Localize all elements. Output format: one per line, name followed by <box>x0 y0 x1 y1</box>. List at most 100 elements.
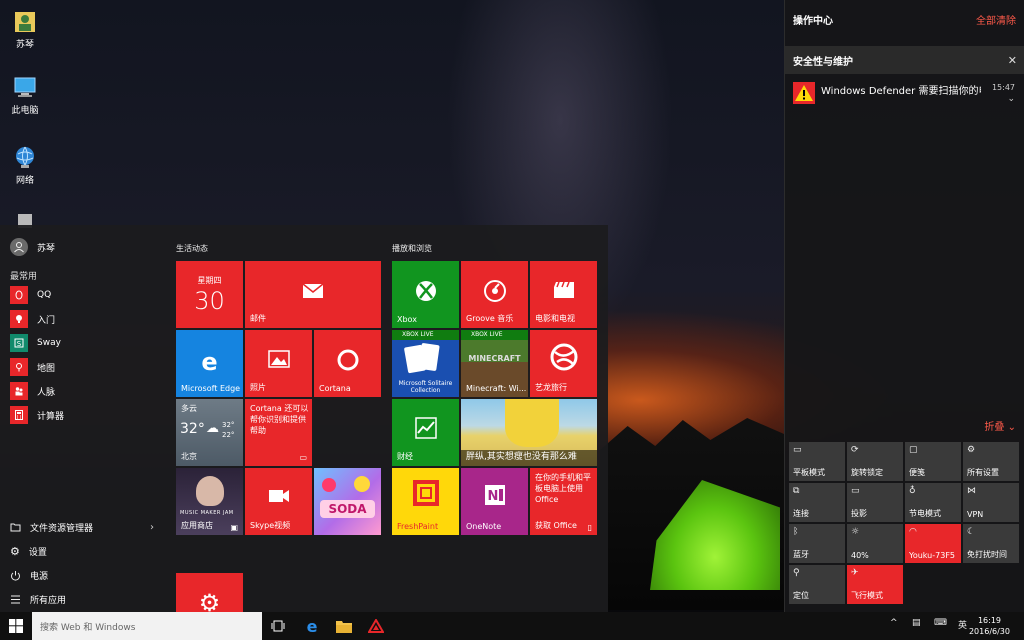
app-item-get-started[interactable]: 入门 <box>10 307 158 331</box>
quick-action-quiet-hours[interactable]: ☾ 免打扰时间 <box>963 524 1019 563</box>
groove-music-icon <box>483 280 506 302</box>
desktop-icon-label: 此电脑 <box>11 106 39 116</box>
network-globe-icon <box>16 146 34 168</box>
ime-indicator[interactable]: 英 <box>958 618 967 631</box>
desktop-icon-user-folder[interactable]: 苏琴 <box>2 8 48 50</box>
tile-weather[interactable]: 多云 32° ☁ 32° 22° 北京 <box>176 399 243 466</box>
tile-groove[interactable]: Groove 音乐 <box>461 261 528 328</box>
tile-cortana-tip[interactable]: Cortana 还可以帮你识别和提供帮助 ▭ <box>245 399 312 466</box>
quick-action-note[interactable]: ▢ 便笺 <box>905 442 961 481</box>
quick-action-bluetooth[interactable]: ᛒ 蓝牙 <box>789 524 845 563</box>
power-button[interactable]: 电源 <box>10 563 158 587</box>
power-icon <box>11 570 20 581</box>
tile-label: Groove 音乐 <box>466 314 514 323</box>
action-center-title: 操作中心 <box>793 16 833 27</box>
candy-badge: SODA <box>320 500 375 518</box>
start-button[interactable] <box>0 612 32 640</box>
notification-item[interactable]: Windows Defender 需要扫描你的电脑 15:47 ⌄ <box>785 74 1024 114</box>
cloud-icon: ☁ <box>206 421 219 436</box>
quick-action-project[interactable]: ▭ 投影 <box>847 483 903 522</box>
tile-cortana[interactable]: Cortana <box>314 330 381 397</box>
keyboard-icon[interactable]: ⌨ <box>934 618 947 628</box>
close-icon[interactable]: ✕ <box>1008 54 1017 67</box>
settings-button[interactable]: ⚙ 设置 <box>10 539 158 563</box>
tile-movies[interactable]: 电影和电视 <box>530 261 597 328</box>
chevron-right-icon[interactable]: › <box>150 522 154 533</box>
quick-action-brightness[interactable]: ☼ 40% <box>847 524 903 563</box>
tile-minecraft[interactable]: XBOX LIVE MINECRAFT Minecraft: Wi... <box>461 330 528 397</box>
tile-solitaire[interactable]: XBOX LIVE Microsoft Solitaire Collection <box>392 330 459 397</box>
tile-photos[interactable]: 照片 <box>245 330 312 397</box>
app-item-maps[interactable]: 地图 <box>10 355 158 379</box>
desktop-icon-label: 苏琴 <box>15 40 34 50</box>
desktop-icon-network[interactable]: 网络 <box>2 144 48 186</box>
xbox-icon <box>415 281 436 301</box>
app-item-qq[interactable]: QQ <box>10 283 158 307</box>
quick-action-tablet-mode[interactable]: ▭ 平板模式 <box>789 442 845 481</box>
quick-action-location[interactable]: ⚲ 定位 <box>789 565 845 604</box>
tile-store[interactable]: MUSIC MAKER JAM 应用商店 ▣ <box>176 468 243 535</box>
search-box[interactable]: 搜索 Web 和 Windows <box>32 612 262 640</box>
file-explorer-button[interactable]: 文件资源管理器 › <box>10 515 158 539</box>
clock[interactable]: 16:19 2016/6/30 <box>969 615 1010 637</box>
app-taskbar-button[interactable] <box>360 612 392 640</box>
tile-finance[interactable]: 财经 <box>392 399 459 466</box>
tile-label: Microsoft Solitaire Collection <box>398 380 453 394</box>
tile-edge[interactable]: e Microsoft Edge <box>176 330 243 397</box>
quick-action-rotation-lock[interactable]: ⟳ 旋转锁定 <box>847 442 903 481</box>
quick-action-label: 节电模式 <box>909 509 941 518</box>
quick-action-vpn[interactable]: ⋈ VPN <box>963 483 1019 522</box>
tile-onenote[interactable]: N OneNote <box>461 468 528 535</box>
tile-get-office[interactable]: 在你的手机和平板电脑上使用 Office 获取 Office ▯ <box>530 468 597 535</box>
chevron-down-icon[interactable]: ⌄ <box>1007 94 1015 104</box>
freshpaint-icon <box>412 480 439 506</box>
tile-settings[interactable]: ⚙ <box>176 573 243 613</box>
quick-action-label: Youku-73F5 <box>909 551 956 560</box>
quick-action-connect[interactable]: ⧉ 连接 <box>789 483 845 522</box>
tile-freshpaint[interactable]: FreshPaint <box>392 468 459 535</box>
vpn-icon: ⋈ <box>967 486 976 496</box>
app-item-sway[interactable]: S Sway <box>10 331 158 355</box>
notification-group-header: 安全性与维护 ✕ <box>785 46 1024 74</box>
collapse-label: 折叠 <box>984 422 1005 433</box>
warning-icon <box>793 82 815 104</box>
tile-candy-crush[interactable]: SODA <box>314 468 381 535</box>
tile-skype[interactable]: Skype视频 <box>245 468 312 535</box>
all-apps-button[interactable]: 所有应用 <box>10 587 158 611</box>
desktop-icon-this-pc[interactable]: 此电脑 <box>2 74 48 116</box>
clock-date: 2016/6/30 <box>968 627 1010 636</box>
rotation-lock-icon: ⟳ <box>851 445 859 455</box>
tile-mail[interactable]: 邮件 <box>245 261 381 328</box>
collapse-button[interactable]: 折叠 ⌄ <box>984 418 1016 433</box>
tile-xbox[interactable]: Xbox <box>392 261 459 328</box>
app-item-calculator[interactable]: 计算器 <box>10 403 158 427</box>
task-view-button[interactable] <box>262 612 294 640</box>
notification-time: 15:47 <box>991 83 1015 92</box>
quick-action-wifi[interactable]: ◠ Youku-73F5 <box>905 524 961 563</box>
tile-label: OneNote <box>466 522 502 531</box>
edge-taskbar-button[interactable]: e <box>296 612 328 640</box>
gear-icon: ⚙ <box>10 544 20 558</box>
quick-action-gear[interactable]: ⚙ 所有设置 <box>963 442 1019 481</box>
app-item-people[interactable]: 人脉 <box>10 379 158 403</box>
quick-action-airplane[interactable]: ✈ 飞行模式 <box>847 565 903 604</box>
wifi-icon: ◠ <box>909 527 917 537</box>
user-account-button[interactable]: 苏琴 <box>10 237 55 257</box>
desktop-icon-label: 网络 <box>15 176 34 186</box>
news-photo <box>505 399 559 447</box>
cortana-tip-text: Cortana 还可以帮你识别和提供帮助 <box>250 404 309 435</box>
tile-label: FreshPaint <box>397 522 439 531</box>
chevron-up-icon[interactable]: ^ <box>890 618 898 628</box>
tile-label: 获取 Office <box>535 521 577 530</box>
notification-icon[interactable]: ▤ <box>912 618 921 628</box>
clear-all-button[interactable]: 全部清除 <box>976 12 1016 27</box>
clock-time: 16:19 <box>977 616 1002 625</box>
start-menu: 苏琴 最常用 QQ 入门 S Sway 地图 人脉 计算器 文件资源管理器 › … <box>0 225 608 613</box>
svg-text:S: S <box>17 340 22 348</box>
file-explorer-taskbar-button[interactable] <box>328 612 360 640</box>
tile-news[interactable]: 胖纵,其实想瘦也没有那么难 <box>461 399 597 466</box>
tile-calendar[interactable]: 星期四 30 <box>176 261 243 328</box>
tile-yilong[interactable]: 艺龙旅行 <box>530 330 597 397</box>
tile-label: Skype视频 <box>250 521 291 530</box>
quick-action-battery-saver[interactable]: ♁ 节电模式 <box>905 483 961 522</box>
